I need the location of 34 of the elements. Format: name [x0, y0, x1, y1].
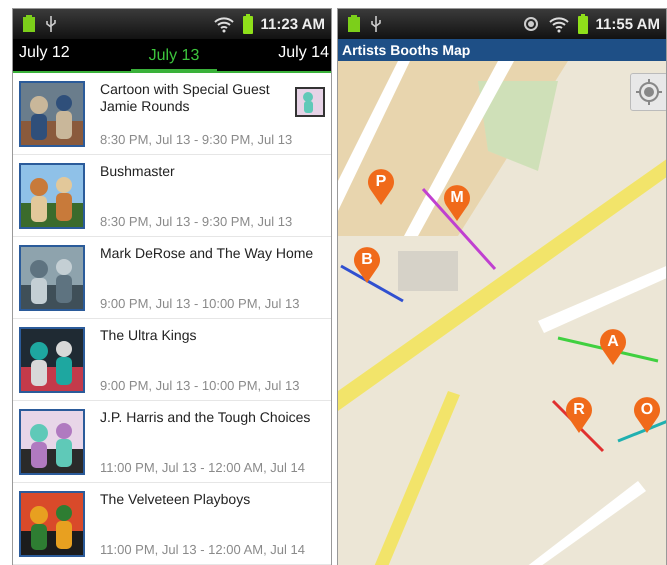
- event-title: Cartoon with Special Guest Jamie Rounds: [100, 80, 271, 114]
- battery-icon: [578, 14, 588, 34]
- clock-time: 11:55 AM: [596, 16, 660, 32]
- usb-icon: [370, 15, 382, 33]
- event-title: J.P. Harris and the Tough Choices: [100, 408, 312, 426]
- usb-icon: [45, 15, 57, 33]
- event-title: The Velveteen Playboys: [100, 490, 252, 508]
- event-row[interactable]: J.P. Harris and the Tough Choices 11:00 PM, Jul 13 - 12:00 AM, Jul 14: [13, 401, 331, 483]
- event-row[interactable]: Bushmaster 8:30 PM, Jul 13 - 9:30 PM, Jul 13: [13, 155, 331, 237]
- event-time: 9:00 PM, Jul 13 - 10:00 PM, Jul 13: [100, 378, 300, 392]
- wifi-icon: [212, 15, 235, 33]
- event-time: 8:30 PM, Jul 13 - 9:30 PM, Jul 13: [100, 132, 293, 146]
- event-time: 11:00 PM, Jul 13 - 12:00 AM, Jul 14: [100, 542, 306, 556]
- screen-title: Artists Booths Map: [342, 42, 470, 58]
- battery-charge-icon: [346, 15, 362, 33]
- event-title: Mark DeRose and The Way Home: [100, 244, 314, 262]
- clock-time: 11:23 AM: [260, 16, 325, 32]
- event-time: 9:00 PM, Jul 13 - 10:00 PM, Jul 13: [100, 296, 300, 310]
- event-row[interactable]: The Ultra Kings 9:00 PM, Jul 13 - 10:00 PM, Jul 13: [13, 319, 331, 401]
- battery-charge-icon: [21, 15, 37, 33]
- event-time: 11:00 PM, Jul 13 - 12:00 AM, Jul 14: [100, 460, 306, 474]
- target-icon: [636, 79, 662, 105]
- date-tab[interactable]: July 13: [130, 43, 218, 73]
- wifi-icon: [548, 15, 570, 33]
- date-tab[interactable]: July 12: [17, 40, 72, 70]
- event-title: Bushmaster: [100, 162, 176, 180]
- event-time: 8:30 PM, Jul 13 - 9:30 PM, Jul 13: [100, 214, 294, 228]
- event-row[interactable]: Mark DeRose and The Way Home 9:00 PM, Jul 13 - 10:00 PM, Jul 13: [13, 237, 331, 319]
- date-tab[interactable]: July 14: [276, 40, 331, 70]
- event-row[interactable]: The Velveteen Playboys 11:00 PM, Jul 13 - 12:00 AM, Jul 14: [13, 483, 331, 565]
- event-row[interactable]: Cartoon with Special Guest Jamie Rounds 8:30 PM, Jul 13 - 9:30 PM, Jul 13: [13, 73, 331, 155]
- battery-icon: [242, 14, 253, 34]
- my-location-button[interactable]: [630, 73, 666, 111]
- event-title: The Ultra Kings: [100, 326, 198, 344]
